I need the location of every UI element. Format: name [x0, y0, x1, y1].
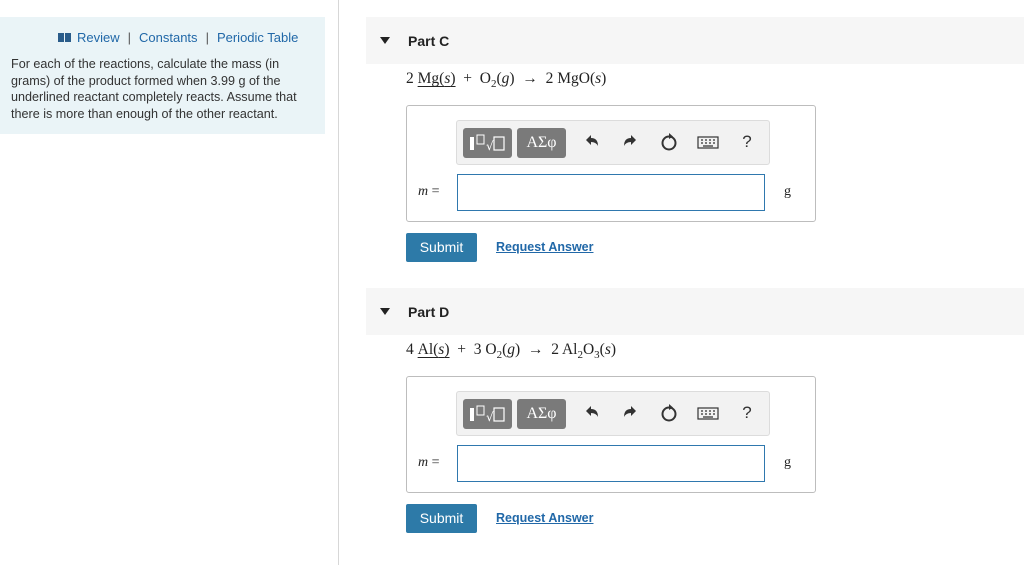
templates-button[interactable]: √ [463, 399, 512, 429]
panel-divider [338, 0, 339, 565]
link-separator: | [127, 30, 132, 45]
review-link[interactable]: Review [77, 30, 120, 45]
help-button[interactable]: ? [736, 402, 758, 424]
request-answer-link[interactable]: Request Answer [496, 240, 593, 254]
part-d-header[interactable]: Part D [366, 288, 1024, 335]
collapse-arrow-icon[interactable] [380, 37, 390, 44]
periodic-table-link[interactable]: Periodic Table [217, 30, 298, 45]
undo-icon[interactable] [581, 131, 603, 153]
part-c-header[interactable]: Part C [366, 17, 1024, 64]
resource-links: Review | Constants | Periodic Table [58, 30, 298, 45]
request-answer-link[interactable]: Request Answer [496, 511, 593, 525]
underlined-reactant: Al(s) [417, 341, 450, 358]
submit-button[interactable]: Submit [406, 504, 477, 533]
greek-symbols-button[interactable]: ΑΣφ [517, 399, 566, 429]
unit-label: g [784, 455, 791, 470]
mass-answer-input[interactable] [457, 174, 765, 211]
undo-icon[interactable] [581, 402, 603, 424]
link-separator: | [205, 30, 209, 45]
redo-icon[interactable] [619, 131, 641, 153]
greek-symbols-button[interactable]: ΑΣφ [517, 128, 566, 158]
reset-icon[interactable] [658, 402, 680, 424]
redo-icon[interactable] [619, 402, 641, 424]
problem-panel: Review | Constants | Periodic Table For each… [0, 17, 325, 134]
collapse-arrow-icon[interactable] [380, 308, 390, 315]
templates-button[interactable]: √ [463, 128, 512, 158]
keyboard-icon[interactable] [697, 402, 719, 424]
part-c-answer-box: √ ΑΣφ ? m = g [406, 105, 816, 222]
constants-link[interactable]: Constants [139, 30, 198, 45]
part-d-equation: 4 Al(s) + 3 O2(g) → 2 Al2O3(s) [406, 341, 617, 362]
submit-button[interactable]: Submit [406, 233, 477, 262]
problem-instructions: For each of the reactions, calculate the… [11, 57, 297, 121]
math-toolbar: √ ΑΣφ ? [456, 120, 770, 165]
svg-text:√: √ [486, 139, 494, 153]
mass-label: m = [418, 455, 440, 470]
mass-answer-input[interactable] [457, 445, 765, 482]
help-button[interactable]: ? [736, 131, 758, 153]
unit-label: g [784, 184, 791, 199]
svg-text:√: √ [486, 410, 494, 424]
templates-icon: √ [470, 405, 505, 424]
templates-icon: √ [470, 134, 505, 153]
underlined-reactant: Mg(s) [417, 70, 456, 87]
book-icon [58, 33, 71, 42]
part-d-answer-box: √ ΑΣφ ? m = g [406, 376, 816, 493]
part-c-equation: 2 Mg(s) + O2(g) → 2 MgO(s) [406, 70, 607, 91]
math-toolbar: √ ΑΣφ ? [456, 391, 770, 436]
part-title: Part D [408, 304, 450, 320]
keyboard-icon[interactable] [697, 131, 719, 153]
reset-icon[interactable] [658, 131, 680, 153]
part-title: Part C [408, 33, 450, 49]
mass-label: m = [418, 184, 440, 199]
